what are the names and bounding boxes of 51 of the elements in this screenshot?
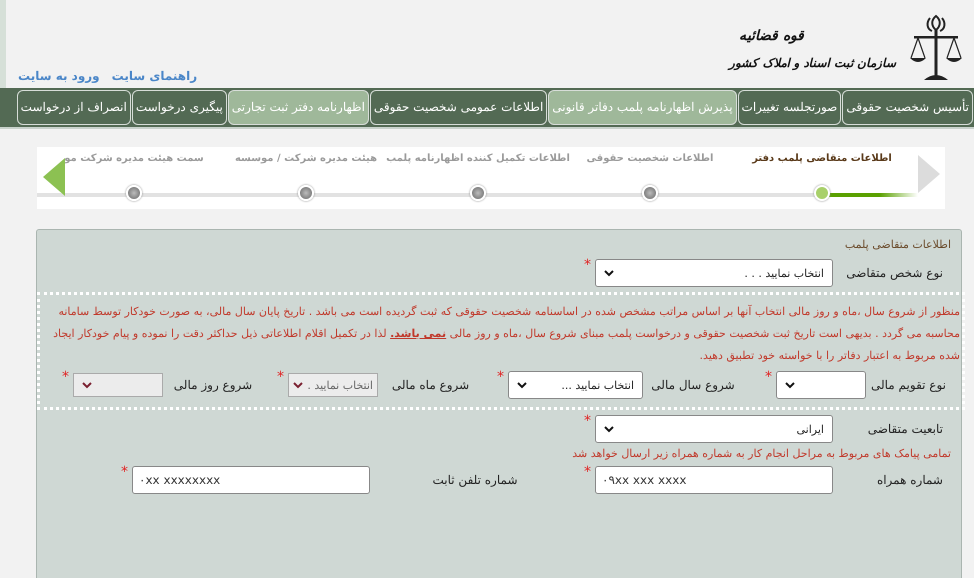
chevron-icon xyxy=(604,426,614,432)
chevron-icon xyxy=(517,382,527,388)
select-field[interactable]: انتخاب نمایید ... xyxy=(508,371,643,399)
field-label: شماره تلفن ثابت xyxy=(432,473,518,487)
field-label: شروع روز مالی xyxy=(172,378,254,392)
step-dot[interactable] xyxy=(126,185,142,201)
step-dot[interactable] xyxy=(298,185,314,201)
field-label: شروع سال مالی xyxy=(650,378,736,392)
chevron-icon xyxy=(785,382,795,388)
field-label: شروع ماه مالی xyxy=(390,378,470,392)
sms-note: تمامی پیامک های مربوط به مراحل انجام کار به شماره همراه زیر ارسال خواهد شد xyxy=(571,447,951,460)
step-label: سمت هیئت مدیره شرکت مو xyxy=(64,153,204,166)
nav-tab[interactable]: صورتجلسه تغییرات xyxy=(738,90,842,125)
field-label: نوع شخص متقاضی xyxy=(845,266,944,280)
required-mark: * xyxy=(584,464,591,480)
step-label: اطلاعات تکمیل کننده اظهارنامه پلمب xyxy=(386,153,570,166)
prev-arrow-icon[interactable] xyxy=(43,158,65,196)
select-field[interactable]: ایرانی xyxy=(595,415,833,443)
nav-tab[interactable]: تأسیس شخصیت حقوقی xyxy=(842,90,973,125)
field-label: شماره همراه xyxy=(876,473,944,487)
required-mark: * xyxy=(121,464,128,480)
notice-text: منظور از شروع سال ،ماه و روز مالی انتخاب آنها بر اساس مراتب مشخص شده در اساسنامه شخصیت حقوقی که ثبت گردیده است می باشد . تاریخ پایان سال مالی، به صورت خودکار توسط سامانه محاسبه می گردد . بدیهی است تاریخ ثبت شخصیت حقوقی و درخواست پلمب مبنای شروع سال ،ماه و روز مالی نمی باشد. لذا در تکمیل اقلام اطلاعاتی ذیل حداکثر دقت را نموده و پیام خودکار ایجاد شده مربوط به اعتبار دفاتر را با خواسته خود تطبیق دهید. xyxy=(52,304,960,364)
required-mark: * xyxy=(584,413,591,429)
required-mark: * xyxy=(765,369,772,385)
org-name: سازمان ثبت اسناد و املاک کشور xyxy=(729,56,896,70)
nav-tab[interactable]: پیگیری درخواست xyxy=(132,90,227,125)
field-label: تابعیت متقاضی xyxy=(866,422,944,436)
step-label: اطلاعات شخصیت حقوقی xyxy=(586,153,714,166)
select-field[interactable]: انتخاب نمایید . . . xyxy=(595,259,833,287)
phone-input[interactable]: ۰xx xxxxxxxx xyxy=(132,466,370,494)
step-label: اطلاعات متقاضی پلمب دفتر xyxy=(752,153,892,166)
header-link[interactable]: راهنمای سایت xyxy=(112,69,198,83)
nav-tab[interactable]: اطلاعات عمومی شخصیت حقوقی xyxy=(370,90,548,125)
panel-title: اطلاعات متقاضی پلمب xyxy=(844,238,951,251)
phone-input[interactable]: ۰۹xx xxx xxxx xyxy=(595,466,833,494)
field-label: نوع تقویم مالی xyxy=(870,378,947,392)
step-dot[interactable] xyxy=(642,185,658,201)
chevron-icon xyxy=(604,270,614,276)
header-link[interactable]: ورود به سایت xyxy=(18,69,100,83)
required-mark: * xyxy=(497,369,504,385)
select-field[interactable] xyxy=(776,371,866,399)
step-dot[interactable] xyxy=(814,185,830,201)
org-title: قوه قضائیه xyxy=(739,26,804,44)
nav-tab[interactable]: انصراف از درخواست xyxy=(16,90,131,125)
step-label: هیئت مدیره شرکت / موسسه xyxy=(234,153,378,166)
required-mark: * xyxy=(584,257,591,273)
step-dot[interactable] xyxy=(470,185,486,201)
required-mark: * xyxy=(62,369,69,385)
required-mark: * xyxy=(277,369,284,385)
chevron-icon xyxy=(293,382,303,388)
chevron-icon xyxy=(82,382,92,388)
